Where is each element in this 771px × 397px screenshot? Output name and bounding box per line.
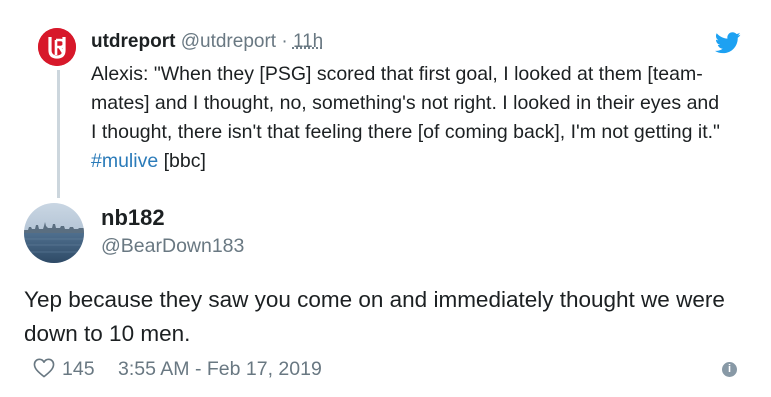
- parent-tweet-source: [bbc]: [163, 150, 206, 172]
- thread-connector-line: [57, 70, 60, 198]
- parent-tweet-time[interactable]: 11h: [293, 31, 323, 52]
- avatar-image: [24, 203, 84, 263]
- tweet-timestamp[interactable]: 3:55 AM - Feb 17, 2019: [118, 358, 322, 381]
- nb182-avatar[interactable]: [24, 203, 84, 263]
- like-count[interactable]: 145: [62, 358, 95, 381]
- parent-author-handle[interactable]: @utdreport: [181, 31, 276, 52]
- parent-author-name[interactable]: utdreport: [91, 31, 175, 52]
- info-icon[interactable]: i: [722, 362, 737, 377]
- author-handle[interactable]: @BearDown183: [101, 235, 244, 258]
- utdreport-logo-icon: [38, 28, 76, 66]
- tweet-text: Yep because they saw you come on and imm…: [24, 287, 725, 346]
- parent-tweet-body: Alexis: "When they [PSG] scored that fir…: [91, 63, 720, 143]
- utdreport-avatar[interactable]: [38, 28, 76, 66]
- header-separator: ·: [281, 31, 288, 52]
- parent-tweet-header: utdreport @utdreport · 11h: [91, 30, 323, 54]
- twitter-bird-icon[interactable]: [714, 32, 741, 54]
- heart-icon[interactable]: [33, 358, 55, 378]
- parent-tweet-text: Alexis: "When they [PSG] scored that fir…: [91, 60, 721, 176]
- author-name[interactable]: nb182: [101, 205, 165, 231]
- hashtag-link[interactable]: #mulive: [91, 150, 158, 172]
